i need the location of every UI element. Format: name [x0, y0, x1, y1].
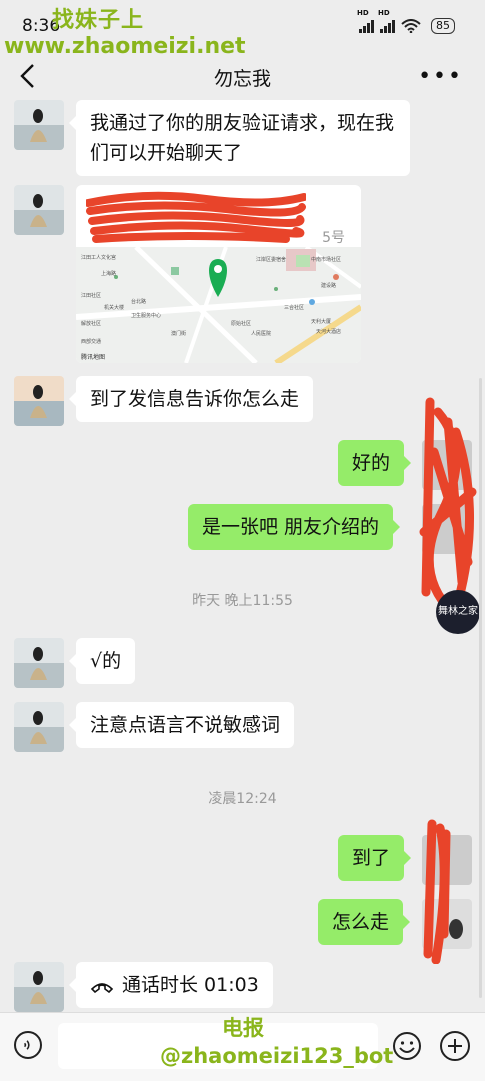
svg-text:三合社区: 三合社区	[284, 304, 304, 311]
message-bubble[interactable]: 到了发信息告诉你怎么走	[68, 376, 314, 422]
svg-text:台北路: 台北路	[131, 298, 146, 305]
scrollbar[interactable]	[479, 378, 482, 998]
chat-header: 勿忘我 •••	[0, 52, 485, 102]
self-avatar[interactable]	[422, 504, 472, 554]
svg-text:原始社区: 原始社区	[231, 320, 251, 327]
svg-text:江岸区委宿舍: 江岸区委宿舍	[256, 256, 286, 263]
svg-text:江田工人文化宫: 江田工人文化宫	[81, 254, 116, 261]
timestamp: 昨天 晚上11:55	[192, 593, 293, 609]
svg-text:西部交通: 西部交通	[81, 338, 101, 345]
svg-text:天利大厦: 天利大厦	[311, 318, 331, 325]
battery-indicator: 85	[431, 18, 455, 34]
svg-text:中南市场社区: 中南市场社区	[311, 256, 341, 263]
signal-icon: HD	[357, 9, 374, 33]
phone-icon	[90, 982, 114, 993]
message-bubble-self[interactable]: 怎么走	[318, 899, 411, 945]
self-avatar[interactable]	[422, 835, 472, 885]
message-bubble[interactable]: 我通过了你的朋友验证请求，现在我们可以开始聊天了	[69, 100, 410, 176]
message-bubble-self[interactable]: 到了	[338, 835, 412, 881]
timestamp: 凌晨12:24	[208, 791, 277, 807]
wifi-icon	[401, 19, 421, 33]
chat-title: 勿忘我	[213, 68, 271, 90]
status-icons: HD HD 85	[357, 9, 455, 34]
svg-text:机关大楼: 机关大楼	[104, 304, 124, 311]
svg-text:卫生服务中心: 卫生服务中心	[131, 312, 161, 319]
svg-text:江田社区: 江田社区	[81, 292, 101, 299]
svg-text:腾讯地图: 腾讯地图	[81, 353, 105, 361]
location-address: 5号	[322, 230, 345, 246]
more-dots-icon[interactable]: •••	[418, 66, 463, 88]
message-bubble[interactable]: 注意点语言不说敏感词	[68, 702, 295, 748]
watermark-bottom-cn: 电报	[222, 1016, 264, 1040]
map-preview: 江田工人文化宫 上海路 江岸区委宿舍 中南市场社区 江田社区 建设路 台北路 解…	[76, 247, 361, 363]
emoji-icon[interactable]	[392, 1031, 422, 1061]
watermark-bottom-handle: @zhaomeizi123_bot	[160, 1044, 394, 1068]
self-avatar[interactable]	[422, 440, 472, 490]
svg-text:天河大酒店: 天河大酒店	[316, 328, 341, 335]
avatar[interactable]	[14, 185, 64, 235]
message-bubble-self[interactable]: 好的	[338, 440, 412, 486]
svg-text:上海路: 上海路	[101, 270, 116, 277]
plus-icon[interactable]	[440, 1031, 470, 1061]
message-bubble-self[interactable]: 是一张吧 朋友介绍的	[188, 504, 401, 550]
svg-text:澳门街: 澳门街	[171, 330, 186, 337]
avatar[interactable]	[14, 962, 64, 1012]
svg-text:人民医院: 人民医院	[251, 330, 271, 337]
message-bubble[interactable]: √的	[68, 638, 136, 684]
avatar[interactable]	[14, 376, 64, 426]
watermark-top-cn: 找妹子上	[52, 8, 145, 33]
svg-text:建设路: 建设路	[321, 282, 336, 289]
avatar[interactable]	[14, 702, 64, 752]
avatar[interactable]	[14, 638, 64, 688]
svg-text:解放社区: 解放社区	[81, 320, 101, 327]
call-record-bubble[interactable]: 通话时长 01:03	[69, 962, 273, 1008]
avatar[interactable]	[14, 100, 64, 150]
call-duration: 通话时长 01:03	[122, 974, 259, 996]
self-avatar[interactable]	[422, 899, 472, 949]
voice-icon[interactable]	[14, 1031, 42, 1059]
signal-icon-2: HD	[378, 9, 395, 33]
location-card[interactable]: 5号 江田工人文化宫 上海路 江岸区委宿舍 中南市场社区 江田社区 建设路 台北…	[76, 185, 361, 363]
redaction-scribble	[86, 191, 306, 243]
